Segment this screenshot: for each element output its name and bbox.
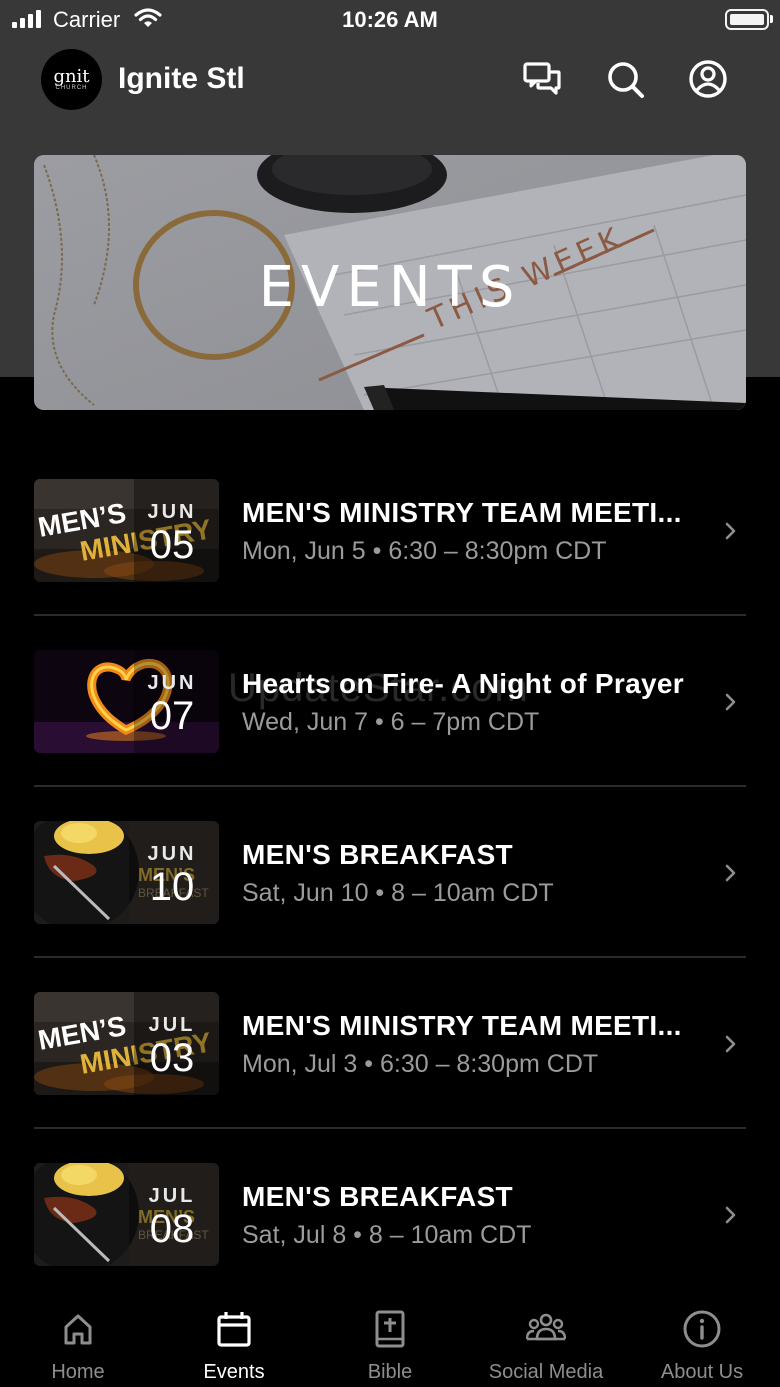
event-row[interactable]: MEN’S BREAKFAST JUL 08 MEN'S BREAKFAST Sat, J… xyxy=(34,1129,746,1300)
event-day: 05 xyxy=(149,523,195,567)
tab-label: About Us xyxy=(660,1361,744,1383)
event-month: JUN xyxy=(147,843,197,865)
calendar-icon xyxy=(217,1312,251,1347)
chevron-right-icon xyxy=(725,522,736,540)
home-icon xyxy=(64,1314,92,1345)
event-month: JUN xyxy=(147,501,197,523)
events-hero-banner: THIS WEEK EVENTS xyxy=(34,155,746,410)
tab-home[interactable]: Home xyxy=(0,1295,156,1387)
church-logo[interactable]: gnit CHURCH xyxy=(41,49,102,110)
event-title: MEN'S MINISTRY TEAM MEETI... xyxy=(242,497,682,528)
event-day: 07 xyxy=(149,694,195,738)
chat-icon[interactable] xyxy=(521,58,563,100)
event-day: 10 xyxy=(149,865,195,909)
event-list: MEN’S MINISTRY JUN 05 MEN'S MINISTRY TEAM ME… xyxy=(34,445,746,1300)
event-datetime: Sat, Jun 10 • 8 – 10am CDT xyxy=(242,879,554,907)
chevron-right-icon xyxy=(725,1206,736,1224)
tab-about-us[interactable]: About Us xyxy=(624,1295,780,1387)
event-datetime: Wed, Jun 7 • 6 – 7pm CDT xyxy=(242,708,540,736)
chevron-right-icon xyxy=(725,1035,736,1053)
app-title: Ignite Stl xyxy=(118,62,245,95)
event-thumbnail: MEN’S BREAKFAST JUL 08 xyxy=(34,1163,219,1266)
tab-social-media[interactable]: Social Media xyxy=(468,1295,624,1387)
hero-title: EVENTS xyxy=(258,255,522,320)
event-datetime: Mon, Jun 5 • 6:30 – 8:30pm CDT xyxy=(242,537,607,565)
event-row[interactable]: JUN 07 Hearts on Fire- A Night of Prayer We… xyxy=(34,616,746,787)
tab-label: Events xyxy=(203,1361,265,1383)
event-title: MEN'S BREAKFAST xyxy=(242,1181,513,1212)
event-day: 03 xyxy=(149,1036,195,1080)
event-title: MEN'S BREAKFAST xyxy=(242,839,513,870)
battery-icon xyxy=(725,9,769,30)
event-thumbnail: MEN’S MINISTRY JUN 05 xyxy=(34,479,219,582)
people-icon xyxy=(526,1313,566,1341)
event-thumbnail: JUN 07 xyxy=(34,650,219,753)
logo-text: gnit xyxy=(53,65,90,87)
tab-label: Home xyxy=(51,1361,105,1383)
event-thumbnail: MEN’S BREAKFAST JUN 10 xyxy=(34,821,219,924)
event-row[interactable]: MEN’S BREAKFAST JUN 10 MEN'S BREAKFAST Sat, J… xyxy=(34,787,746,958)
event-datetime: Mon, Jul 3 • 6:30 – 8:30pm CDT xyxy=(242,1050,599,1078)
search-icon[interactable] xyxy=(604,58,646,100)
event-row[interactable]: MEN’S MINISTRY JUN 05 MEN'S MINISTRY TEAM ME… xyxy=(34,445,746,616)
tab-label: Bible xyxy=(367,1361,413,1383)
status-time: 10:26 AM xyxy=(342,7,438,32)
info-icon xyxy=(683,1310,721,1348)
tab-bar: Home Events Bible Social Media About Us xyxy=(0,1295,780,1387)
logo-subtext: CHURCH xyxy=(55,84,88,91)
event-day: 08 xyxy=(149,1207,195,1251)
event-datetime: Sat, Jul 8 • 8 – 10am CDT xyxy=(242,1221,532,1249)
event-month: JUL xyxy=(148,1014,196,1036)
battery-cap xyxy=(770,15,773,23)
tab-label: Social Media xyxy=(488,1361,604,1383)
status-bar: Carrier 10:26 AM xyxy=(0,0,780,40)
event-month: JUN xyxy=(147,672,197,694)
profile-icon[interactable] xyxy=(687,58,729,100)
bible-icon xyxy=(375,1310,405,1348)
chevron-right-icon xyxy=(725,864,736,882)
tab-events[interactable]: Events xyxy=(156,1295,312,1387)
event-month: JUL xyxy=(148,1185,196,1207)
event-title: MEN'S MINISTRY TEAM MEETI... xyxy=(242,1010,682,1041)
event-row[interactable]: MEN’S MINISTRY JUL 03 MEN'S MINISTRY TEAM ME… xyxy=(34,958,746,1129)
event-title: Hearts on Fire- A Night of Prayer xyxy=(242,668,684,699)
event-thumbnail: MEN’S MINISTRY JUL 03 xyxy=(34,992,219,1095)
tab-bible[interactable]: Bible xyxy=(312,1295,468,1387)
chevron-right-icon xyxy=(725,693,736,711)
